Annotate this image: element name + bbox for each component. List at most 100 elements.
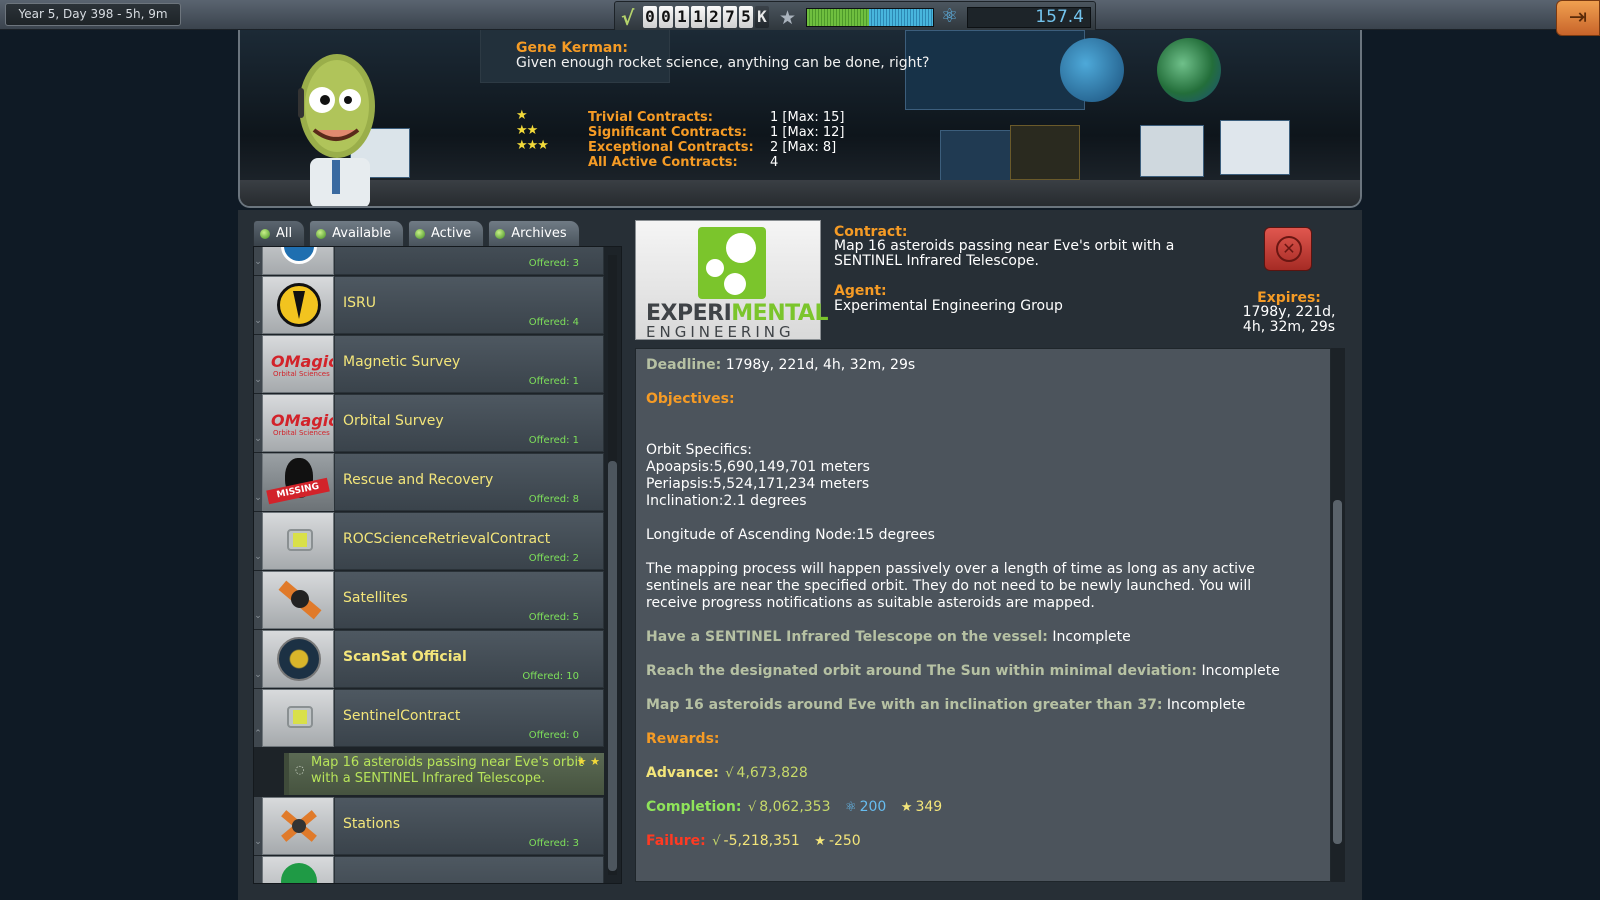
- status-dot-icon: [495, 229, 506, 239]
- objectives-label: Objectives:: [646, 391, 735, 407]
- list-item[interactable]: ⌄ ISRU Offered: 4: [254, 276, 604, 334]
- status-dot-icon: [414, 229, 425, 239]
- tab-label: Available: [332, 226, 391, 241]
- funds-icon: √: [712, 834, 721, 849]
- logo-word: ENGINEERING: [646, 323, 795, 341]
- chevron-down-icon: ⌄: [254, 394, 262, 452]
- list-item[interactable]: ⌄: [254, 856, 604, 883]
- summary-label: All Active Contracts:: [588, 155, 738, 170]
- contract-item-title: Map 16 asteroids passing near Eve's orbi…: [311, 755, 584, 786]
- contract-description: The mapping process will happen passivel…: [646, 561, 1255, 611]
- advance-funds: 4,673,828: [736, 765, 808, 781]
- agent-name: Experimental Engineering Group: [834, 298, 1063, 314]
- funds-digit: 2: [707, 6, 721, 28]
- completion-science: 200: [859, 799, 887, 815]
- science-atom-icon: ⚛: [844, 800, 857, 815]
- offered-count: Offered: 5: [528, 612, 579, 623]
- offered-count: Offered: 3: [528, 838, 579, 849]
- summary-value: 1 [Max: 12]: [770, 125, 845, 140]
- chevron-down-icon: ⌄: [254, 797, 262, 855]
- deadline-value: 1798y, 221d, 4h, 32m, 29s: [725, 357, 916, 373]
- list-item[interactable]: ⌄ OMagic Orbital Sciences Orbital Survey O…: [254, 394, 604, 452]
- list-item-title: SentinelContract: [343, 708, 461, 724]
- exit-button[interactable]: ⇥: [1556, 0, 1600, 36]
- star-icon: ★: [779, 7, 797, 29]
- selected-contract-item[interactable]: ◌ Map 16 asteroids passing near Eve's or…: [284, 753, 604, 795]
- chevron-down-icon: ⌄: [254, 630, 262, 688]
- completion-funds: 8,062,353: [759, 799, 831, 815]
- offered-count: Offered: 2: [528, 553, 579, 564]
- status-dot-icon: [260, 229, 270, 239]
- wall-screen-data: [905, 30, 1085, 110]
- star-icon: ★: [900, 800, 913, 815]
- reputation-fill-positive: [807, 9, 869, 26]
- funds-icon: √: [621, 6, 635, 30]
- list-item-title: ScanSat Official: [343, 649, 467, 665]
- apoapsis: Apoapsis:5,690,149,701 meters: [646, 459, 870, 475]
- rewards-label: Rewards:: [646, 731, 720, 747]
- tab-all[interactable]: All: [253, 220, 306, 246]
- chevron-down-icon: ⌄: [254, 247, 262, 275]
- list-item[interactable]: ⌄ OMagic Orbital Sciences Magnetic Survey…: [254, 335, 604, 393]
- exit-icon: ⇥: [1568, 5, 1588, 30]
- list-item[interactable]: ⌄ Stations Offered: 3: [254, 797, 604, 855]
- funds-icon: √: [747, 800, 757, 815]
- objective-status: Incomplete: [1052, 629, 1131, 645]
- list-item[interactable]: ⌄ ROCScienceRetrievalContract Offered: 2: [254, 512, 604, 570]
- speaker-quote: Given enough rocket science, anything ca…: [516, 55, 930, 71]
- star-icon: ★ ★: [576, 755, 600, 768]
- contract-detail-body: Deadline: 1798y, 221d, 4h, 32m, 29s Obje…: [635, 348, 1331, 882]
- list-scrollbar-thumb[interactable]: [608, 461, 617, 871]
- reputation-bar: [806, 8, 934, 27]
- desk: [240, 180, 1360, 206]
- objective-label: Have a SENTINEL Infrared Telescope on th…: [646, 629, 1048, 645]
- desk-monitor: [1010, 125, 1080, 180]
- list-item[interactable]: ⌄ Offered: 3: [254, 247, 604, 275]
- inclination: Inclination:2.1 degrees: [646, 493, 807, 509]
- summary-label: Exceptional Contracts:: [588, 140, 754, 155]
- list-item[interactable]: ⌄ MISSING Rescue and Recovery Offered: 8: [254, 453, 604, 511]
- omagic-logo-icon: OMagic Orbital Sciences: [262, 335, 334, 393]
- periapsis: Periapsis:5,524,171,234 meters: [646, 476, 870, 492]
- detail-scrollbar-thumb[interactable]: [1333, 500, 1342, 844]
- offered-count: Offered: 4: [528, 317, 579, 328]
- funds-unit: K: [755, 6, 769, 28]
- tab-active[interactable]: Active: [407, 220, 485, 246]
- reputation-fill-high: [869, 9, 933, 26]
- science-counter: 157.4: [967, 7, 1091, 28]
- isru-drill-icon: [262, 276, 334, 334]
- tab-available[interactable]: Available: [309, 220, 404, 246]
- star-icon: ★: [814, 834, 826, 849]
- mission-control-header: Gene Kerman: Given enough rocket science…: [238, 30, 1362, 208]
- tab-label: All: [276, 226, 293, 241]
- failure-funds: -5,218,351: [723, 833, 800, 849]
- list-item[interactable]: ⌄ Satellites Offered: 5: [254, 571, 604, 629]
- funds-counter: 0 0 1 1 2 7 5 K: [643, 6, 769, 28]
- advance-label: Advance:: [646, 765, 719, 781]
- chevron-down-icon: ⌄: [254, 856, 262, 883]
- list-item[interactable]: ⌃ SentinelContract Offered: 0: [254, 689, 604, 747]
- kerbal-portrait: [298, 54, 375, 206]
- station-icon: [262, 797, 334, 855]
- objective-status: Incomplete: [1201, 663, 1280, 679]
- contract-title: Map 16 asteroids passing near Eve's orbi…: [834, 238, 1175, 269]
- scansat-logo-icon: [262, 630, 334, 688]
- list-item[interactable]: ⌄ ScanSat Official Offered: 10: [254, 630, 604, 688]
- offered-count: Offered: 3: [528, 258, 579, 269]
- offered-count: Offered: 0: [528, 730, 579, 741]
- contract-status-icon: ◌: [295, 763, 305, 776]
- funds-digit: 0: [659, 6, 673, 28]
- agent-label: Agent:: [834, 283, 887, 299]
- objective-status: Incomplete: [1166, 697, 1246, 713]
- funds-digit: 1: [691, 6, 705, 28]
- top-bar: Year 5, Day 398 - 5h, 9m √ 0 0 1 1 2 7 5…: [0, 0, 1600, 36]
- chevron-down-icon: ⌄: [254, 512, 262, 570]
- tab-label: Archives: [511, 226, 567, 241]
- decline-contract-button[interactable]: ✕: [1264, 227, 1312, 271]
- omagic-logo-icon: OMagic Orbital Sciences: [262, 394, 334, 452]
- funds-digit: 5: [739, 6, 753, 28]
- tab-archives[interactable]: Archives: [488, 220, 580, 246]
- ascending-node: Longitude of Ascending Node:15 degrees: [646, 527, 935, 543]
- summary-label: Trivial Contracts:: [588, 110, 713, 125]
- chevron-down-icon: ⌄: [254, 335, 262, 393]
